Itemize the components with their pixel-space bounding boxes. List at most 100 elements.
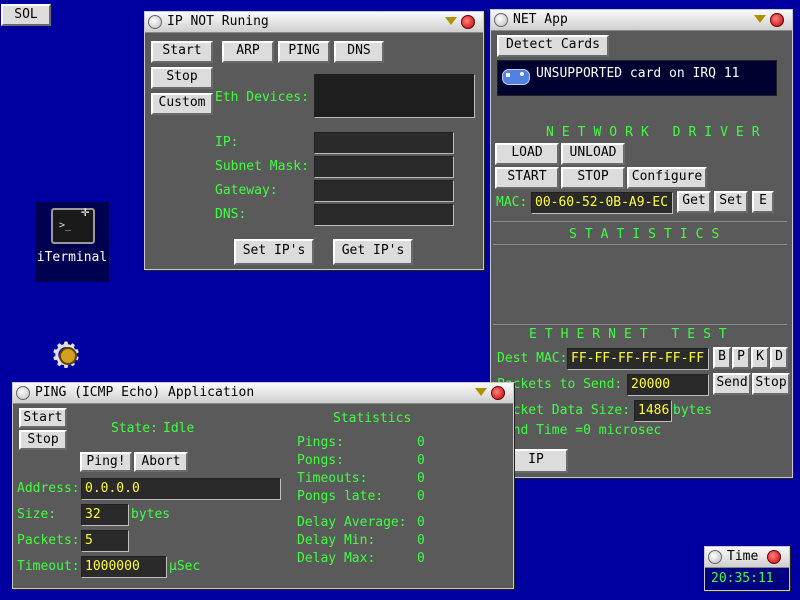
stat-value: 0 <box>417 551 425 566</box>
mac-label: MAC: <box>496 195 528 210</box>
net-window-title: NET App <box>513 12 568 27</box>
ping-abort-button[interactable]: Abort <box>134 452 188 472</box>
address-label: Address: <box>17 481 80 496</box>
gateway-field[interactable] <box>314 180 454 202</box>
stat-value: 0 <box>417 533 425 548</box>
minimize-icon[interactable] <box>754 15 766 23</box>
dest-mac-label: Dest MAC: <box>497 351 568 366</box>
window-menu-icon[interactable] <box>148 15 162 29</box>
separator <box>493 244 787 245</box>
stop-send-button[interactable]: Stop <box>752 373 790 395</box>
stat-label: Delay Average: <box>297 515 407 530</box>
eth-devices-field[interactable] <box>314 74 475 118</box>
timeout-label: Timeout: <box>17 559 80 574</box>
driver-stop-button[interactable]: STOP <box>561 167 625 189</box>
size-field[interactable]: 32 <box>81 504 129 526</box>
cursor-cross-icon: ✛ <box>81 204 90 220</box>
sol-button[interactable]: SOL <box>1 4 51 26</box>
arp-button[interactable]: ARP <box>222 41 274 63</box>
subnet-mask-label: Subnet Mask: <box>215 159 309 174</box>
stat-label: Timeouts: <box>297 471 368 486</box>
get-ips-button[interactable]: Get IP's <box>333 239 413 265</box>
ip-window-titlebar[interactable]: IP NOT Runing <box>145 12 483 33</box>
bytes-unit: bytes <box>673 403 713 418</box>
packet-data-size-field[interactable]: 1486 <box>634 400 672 422</box>
timeout-field[interactable]: 1000000 <box>81 556 167 578</box>
window-menu-icon[interactable] <box>16 386 30 400</box>
ping-start-button[interactable]: Start <box>19 408 67 428</box>
close-icon[interactable] <box>461 15 475 29</box>
send-time-status: Send Time =0 microsec <box>497 423 662 438</box>
driver-start-button[interactable]: START <box>495 167 559 189</box>
minimize-icon[interactable] <box>475 388 487 396</box>
ip-stop-button[interactable]: Stop <box>151 67 213 89</box>
dns-field[interactable] <box>314 204 454 226</box>
b-button[interactable]: B <box>713 347 731 369</box>
ip-field[interactable] <box>314 132 454 154</box>
ip-window: IP NOT Runing Start Stop Custom ARP PING… <box>144 11 484 270</box>
packets-label: Packets: <box>17 533 80 548</box>
window-menu-icon[interactable] <box>494 13 508 27</box>
detect-cards-button[interactable]: Detect Cards <box>497 35 609 57</box>
net-window-titlebar[interactable]: NET App <box>491 10 792 31</box>
dns-button[interactable]: DNS <box>334 41 384 63</box>
stat-value: 0 <box>417 471 425 486</box>
configure-button[interactable]: Configure <box>627 167 707 189</box>
stat-value: 0 <box>417 453 425 468</box>
packets-to-send-label: Packets to Send: <box>497 377 623 392</box>
stat-label: Pongs late: <box>297 489 384 504</box>
unload-button[interactable]: UNLOAD <box>561 143 625 165</box>
send-button[interactable]: Send <box>713 373 751 395</box>
mac-field[interactable]: 00-60-52-0B-A9-EC <box>531 192 673 214</box>
close-icon[interactable] <box>767 550 781 564</box>
dns-label: DNS: <box>215 207 247 222</box>
statistics-header: Statistics <box>333 411 412 426</box>
load-button[interactable]: LOAD <box>495 143 559 165</box>
ping-stop-button[interactable]: Stop <box>19 430 67 450</box>
time-window-titlebar[interactable]: Time <box>705 547 789 568</box>
mac-set-button[interactable]: Set <box>714 191 748 213</box>
address-field[interactable]: 0.0.0.0 <box>81 478 281 500</box>
stat-label: Pongs: <box>297 453 344 468</box>
settings-gear-icon[interactable]: ⚙ <box>44 332 88 376</box>
packet-data-size-label: Packet Data Size: <box>497 403 631 418</box>
ping-send-button[interactable]: Ping! <box>80 452 132 472</box>
time-window: Time 20:35:11 <box>704 546 790 591</box>
window-menu-icon[interactable] <box>708 550 722 564</box>
subnet-mask-field[interactable] <box>314 156 454 178</box>
clock-value: 20:35:11 <box>711 571 774 586</box>
time-window-title: Time <box>727 549 759 564</box>
p-button[interactable]: P <box>732 347 750 369</box>
stat-label: Delay Min: <box>297 533 376 548</box>
iterminal-desktop-icon[interactable]: >_ ✛ iTerminal <box>35 202 109 282</box>
mac-e-button[interactable]: E <box>752 191 774 213</box>
minimize-icon[interactable] <box>445 17 457 25</box>
ping-tool-button[interactable]: PING <box>278 41 330 63</box>
close-icon[interactable] <box>770 13 784 27</box>
network-driver-header: NETWORK DRIVER <box>546 125 768 140</box>
size-unit: bytes <box>131 507 171 522</box>
state-label: State: <box>111 421 158 436</box>
set-ips-button[interactable]: Set IP's <box>234 239 314 265</box>
ip-window-title: IP NOT Runing <box>167 14 269 29</box>
d-button[interactable]: D <box>770 347 788 369</box>
ping-window-title: PING (ICMP Echo) Application <box>35 385 255 400</box>
ethernet-test-header: ETHERNET TEST <box>529 327 735 342</box>
ip-start-button[interactable]: Start <box>151 41 213 63</box>
card-list[interactable]: UNSUPPORTED card on IRQ 11 <box>497 60 777 96</box>
timeout-unit: µSec <box>169 559 201 574</box>
gamepad-card-icon <box>500 64 530 88</box>
mac-get-button[interactable]: Get <box>677 191 711 213</box>
eth-devices-label: Eth Devices: <box>215 90 309 105</box>
ip-custom-button[interactable]: Custom <box>151 93 213 115</box>
separator <box>493 324 787 325</box>
size-label: Size: <box>17 507 57 522</box>
packets-to-send-field[interactable]: 20000 <box>627 374 709 396</box>
dest-mac-field[interactable]: FF-FF-FF-FF-FF-FF <box>567 348 709 370</box>
net-window: NET App Detect Cards UNSUPPORTED card on… <box>490 9 793 478</box>
close-icon[interactable] <box>491 386 505 400</box>
ping-window-titlebar[interactable]: PING (ICMP Echo) Application <box>13 383 513 404</box>
packets-field[interactable]: 5 <box>81 530 129 552</box>
k-button[interactable]: K <box>751 347 769 369</box>
stat-value: 0 <box>417 435 425 450</box>
